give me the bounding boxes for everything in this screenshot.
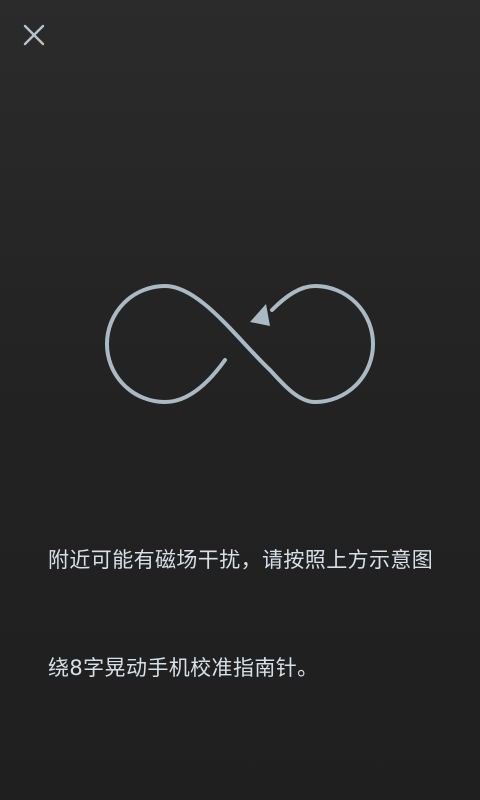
- close-icon: [23, 24, 45, 46]
- instruction-line-2: 绕8字晃动手机校准指南针。: [48, 656, 319, 680]
- figure-eight-icon: [105, 284, 375, 404]
- direction-arrow-icon: [250, 304, 270, 326]
- instruction-line-1: 附近可能有磁场干扰，请按照上方示意图: [48, 548, 434, 572]
- figure-eight-illustration: [0, 270, 480, 420]
- calibration-instruction: 附近可能有磁场干扰，请按照上方示意图 绕8字晃动手机校准指南针。: [48, 470, 443, 722]
- close-button[interactable]: [14, 15, 54, 55]
